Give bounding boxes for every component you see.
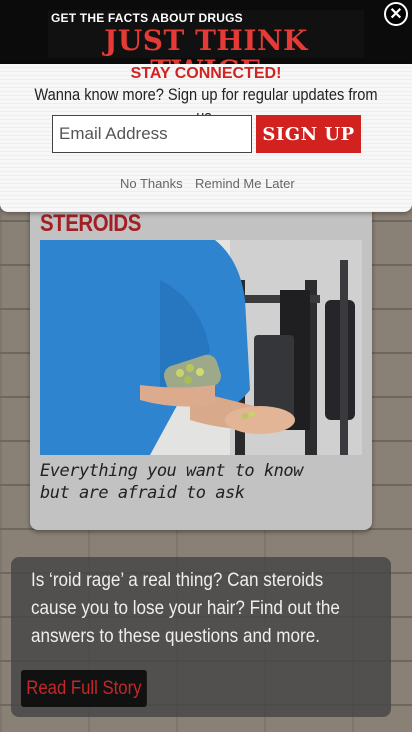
card-title: STEROIDS (40, 210, 141, 237)
man-holding-pills-photo[interactable] (40, 240, 362, 455)
story-overlay: Is ‘roid rage’ a real thing? Can steroid… (11, 557, 391, 717)
logo-tagline: GET THE FACTS ABOUT DRUGS (51, 11, 243, 25)
sign-up-button[interactable]: SIGN UP (256, 115, 361, 153)
popup-heading: STAY CONNECTED! (130, 65, 282, 82)
article-card[interactable]: STEROIDS Everything you want to know but… (30, 180, 372, 530)
signup-popup: STAY CONNECTED! Wanna know more? Sign up… (0, 64, 412, 212)
read-full-story-link[interactable]: Read Full Story (21, 670, 147, 707)
site-header: GET THE FACTS ABOUT DRUGS JUST THINK TWI… (0, 0, 412, 86)
story-teaser: Is ‘roid rage’ a real thing? Can steroid… (31, 570, 340, 647)
no-thanks-link[interactable]: No Thanks (120, 176, 183, 191)
email-field[interactable] (52, 115, 252, 153)
card-caption: Everything you want to know but are afra… (40, 461, 303, 503)
close-circle-icon[interactable]: ✕ (384, 2, 408, 26)
site-logo[interactable]: GET THE FACTS ABOUT DRUGS JUST THINK TWI… (48, 10, 364, 86)
remind-later-link[interactable]: Remind Me Later (195, 176, 295, 191)
